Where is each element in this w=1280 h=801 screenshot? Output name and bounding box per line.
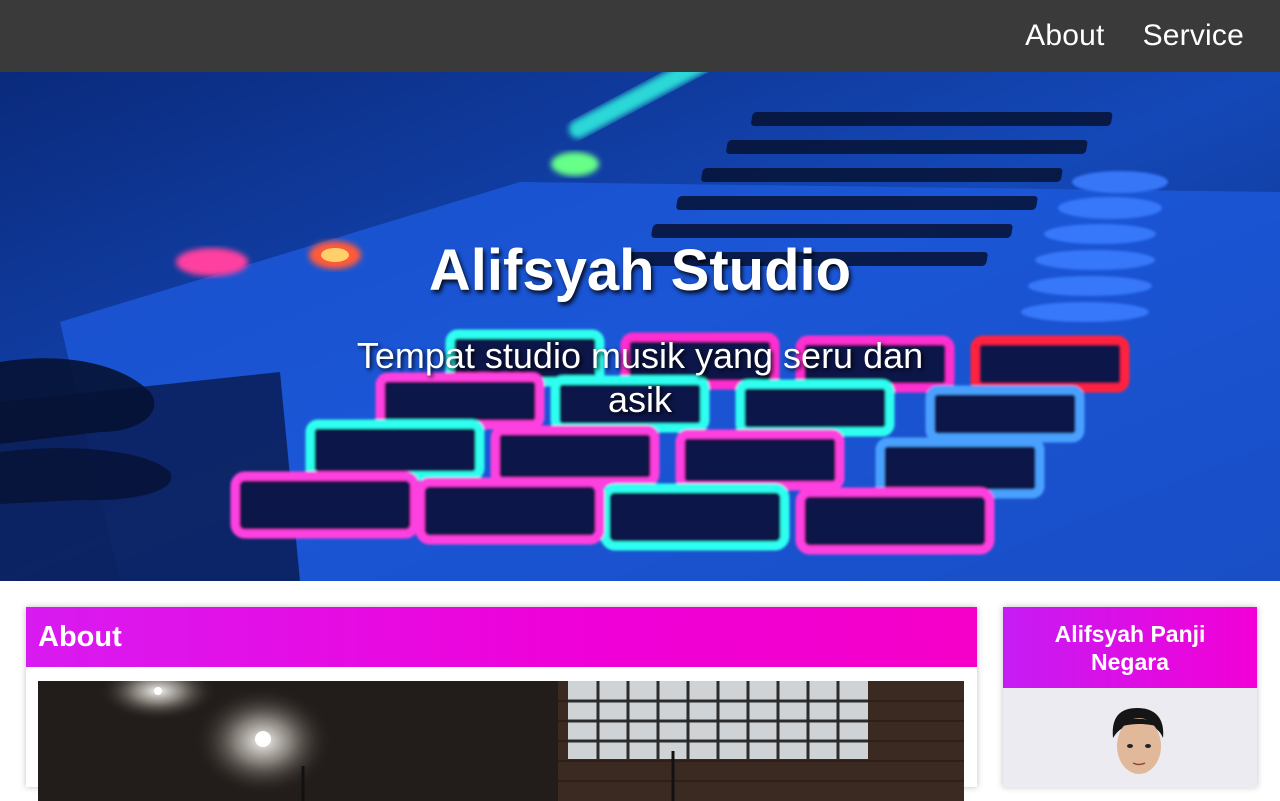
profile-photo: [1003, 688, 1257, 788]
about-card: About: [26, 607, 977, 801]
hero-subtitle: Tempat studio musik yang seru dan asik: [356, 335, 924, 420]
profile-header: Alifsyah Panji Negara: [1003, 607, 1257, 688]
nav-link-service[interactable]: Service: [1143, 19, 1244, 53]
about-header: About: [26, 607, 977, 667]
profile-portrait-photo: [1003, 688, 1257, 788]
profile-card: Alifsyah Panji Negara: [1003, 607, 1257, 788]
top-navbar: About Service: [0, 0, 1280, 72]
hero-background-image: [0, 72, 1280, 581]
studio-stage-photo: [38, 681, 964, 801]
nav-link-about[interactable]: About: [1025, 19, 1104, 53]
hero-banner: Alifsyah Studio Tempat studio musik yang…: [0, 72, 1280, 581]
profile-name: Alifsyah Panji Negara: [1054, 620, 1206, 675]
hero-title: Alifsyah Studio: [428, 238, 852, 303]
about-heading: About: [38, 620, 122, 653]
about-studio-image: [38, 681, 964, 801]
